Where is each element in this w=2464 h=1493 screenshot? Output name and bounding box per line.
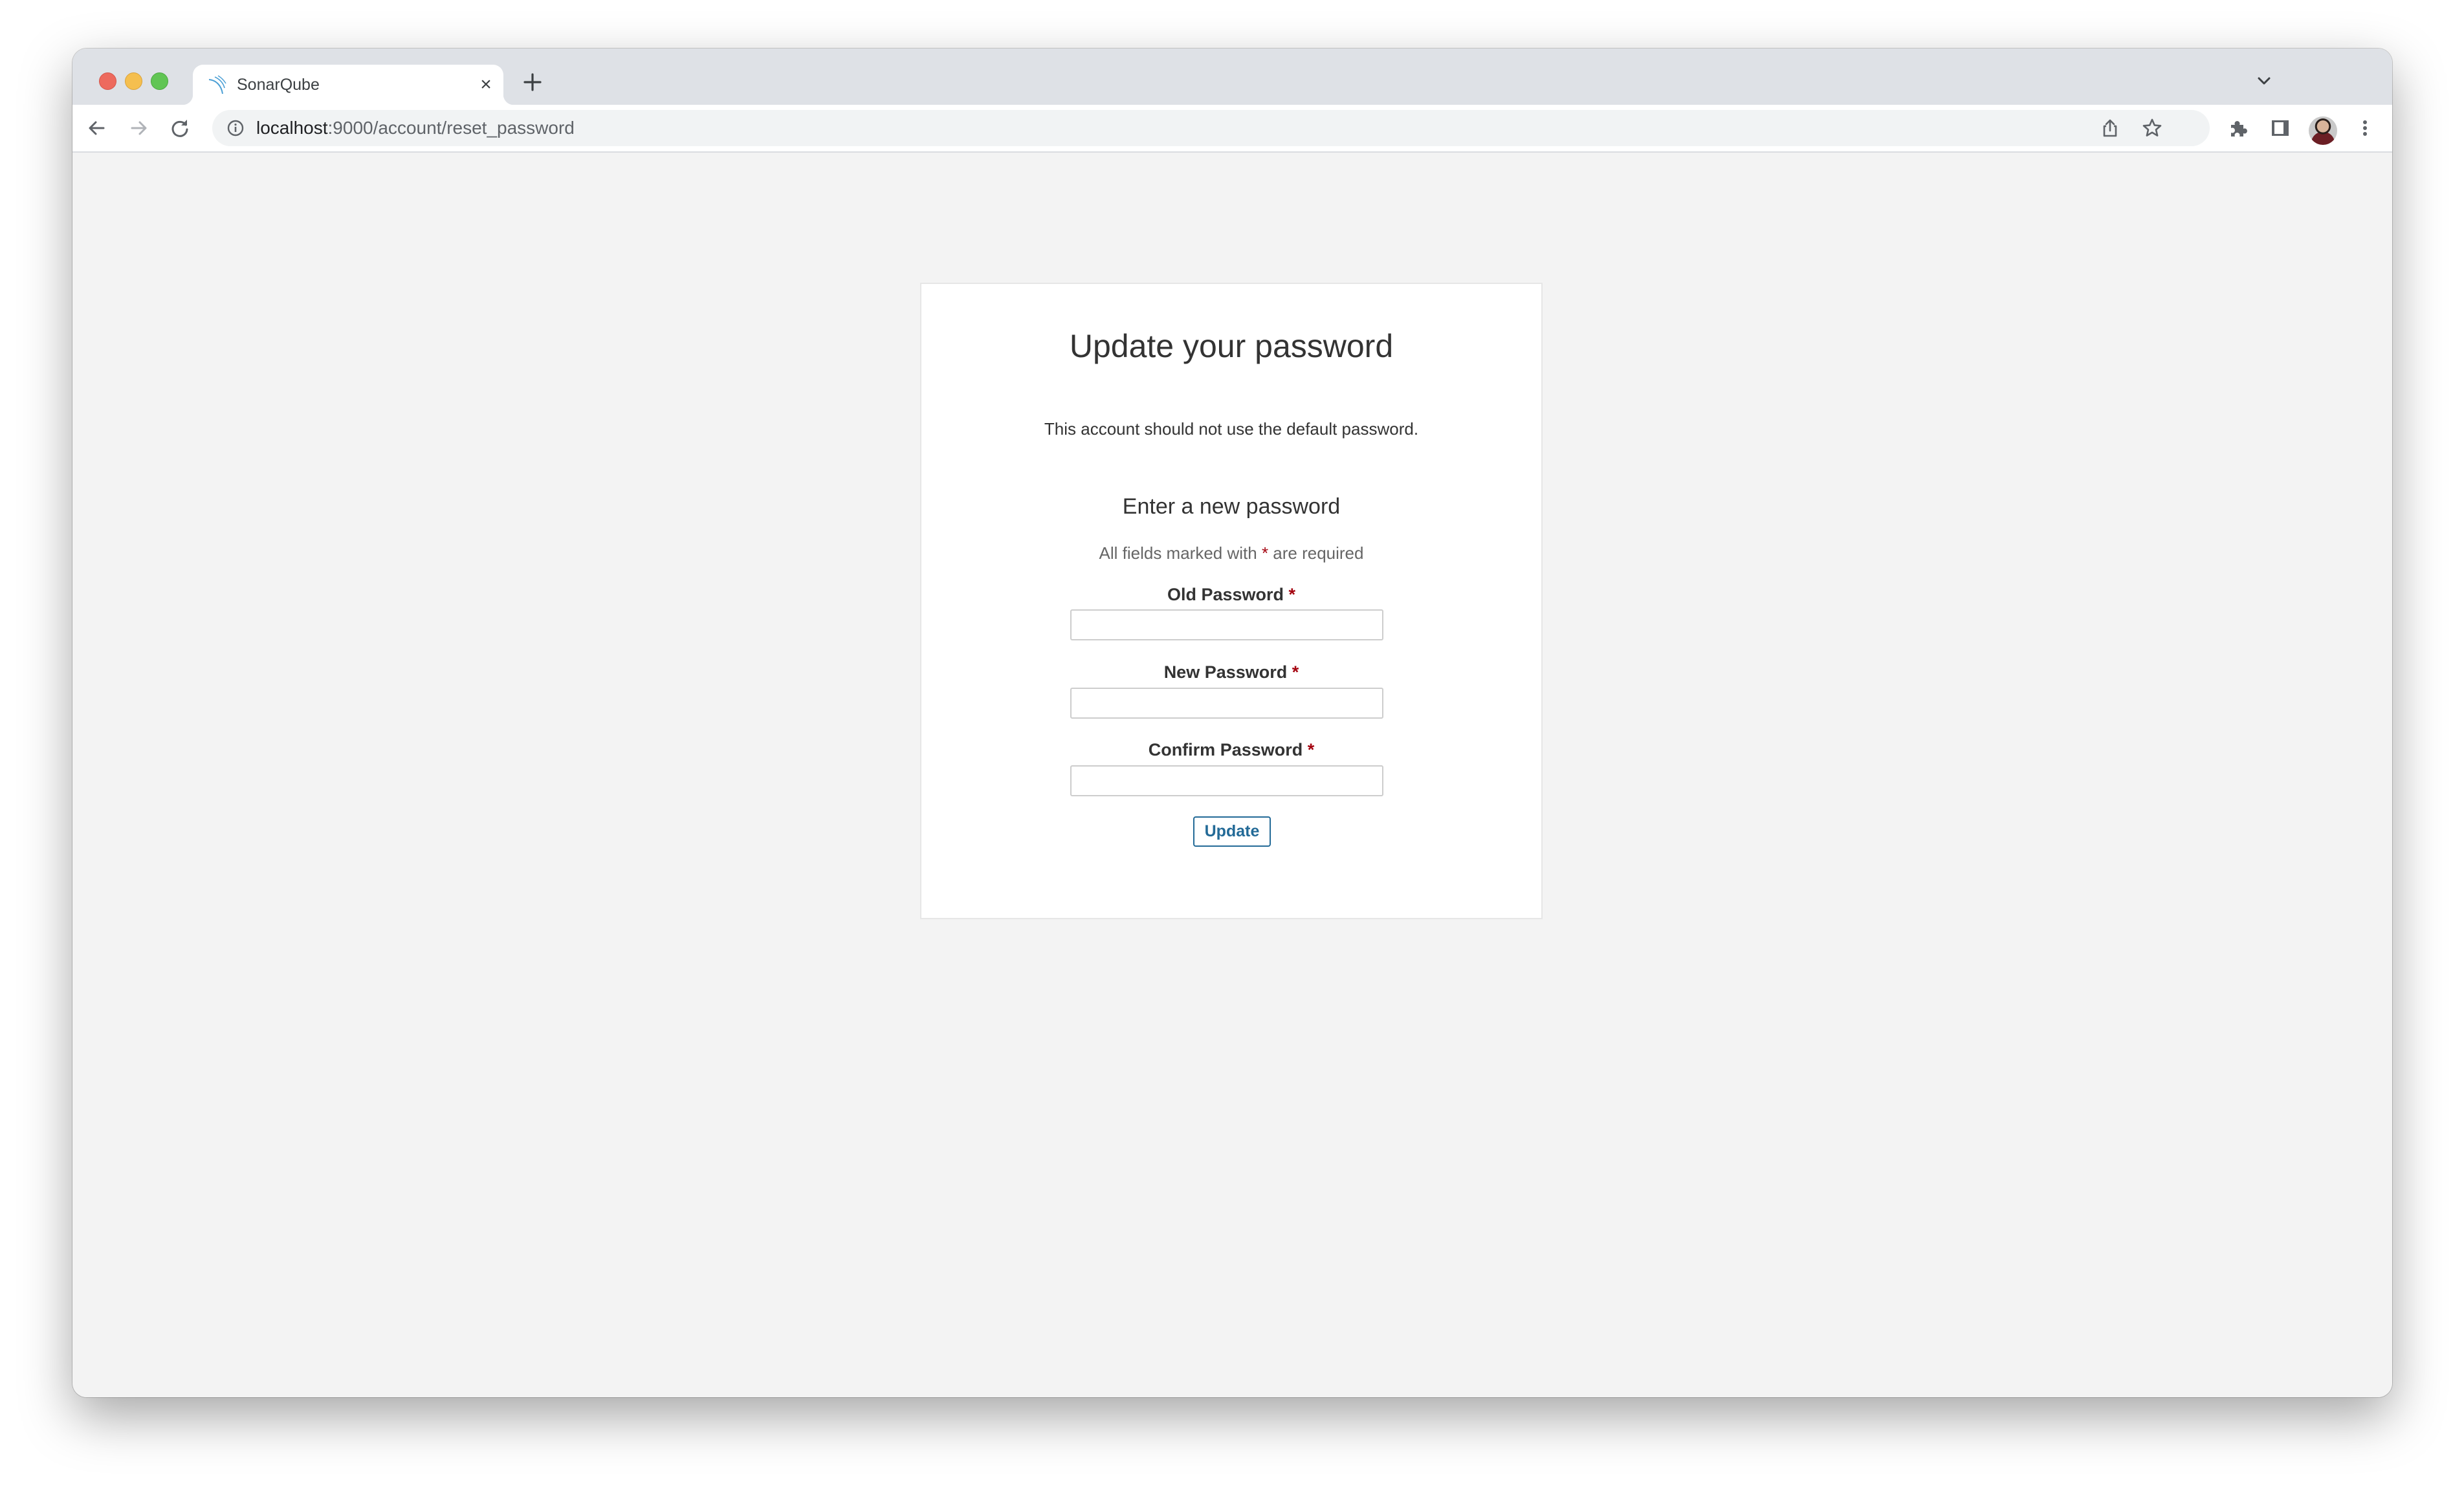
reload-icon[interactable] (167, 115, 193, 141)
plus-icon[interactable] (522, 71, 544, 93)
puzzle-icon[interactable] (2227, 117, 2249, 139)
form-subtitle: Enter a new password (1122, 494, 1341, 519)
close-window-button[interactable] (99, 72, 116, 90)
default-password-warning: This account should not use the default … (1044, 419, 1419, 439)
required-marker: * (1261, 543, 1269, 563)
url-host: localhost (256, 118, 328, 138)
arrow-left-icon[interactable] (84, 115, 110, 141)
arrow-right-icon[interactable] (126, 115, 151, 141)
confirm-password-input[interactable] (1070, 765, 1383, 796)
required-marker: * (1288, 585, 1296, 604)
side-panel-icon[interactable] (2269, 117, 2291, 139)
new-password-label-text: New Password (1163, 662, 1288, 682)
close-tab-icon[interactable]: × (476, 75, 496, 94)
required-note-suffix: are required (1268, 543, 1364, 563)
tab-strip: SonarQube × (72, 49, 2392, 105)
address-bar[interactable]: localhost:9000/account/reset_password (212, 110, 2210, 146)
old-password-label: Old Password * (921, 584, 1541, 605)
url-text[interactable]: localhost:9000/account/reset_password (256, 118, 575, 138)
star-icon[interactable] (2142, 118, 2162, 138)
avatar[interactable] (2309, 116, 2337, 145)
confirm-password-label-text: Confirm Password (1148, 740, 1303, 759)
confirm-password-label: Confirm Password * (921, 739, 1541, 760)
old-password-label-text: Old Password (1167, 585, 1284, 604)
info-icon[interactable] (226, 119, 245, 137)
reset-password-form: Update your password This account should… (920, 283, 1543, 919)
new-password-input[interactable] (1070, 688, 1383, 719)
required-note-prefix: All fields marked with (1099, 543, 1262, 563)
update-button[interactable]: Update (1193, 816, 1271, 847)
minimize-window-button[interactable] (125, 72, 142, 90)
tab-title: SonarQube (237, 76, 320, 94)
share-icon[interactable] (2100, 118, 2120, 138)
required-fields-note: All fields marked with * are required (921, 543, 1541, 563)
maximize-window-button[interactable] (151, 72, 168, 90)
tab-sonarqube[interactable]: SonarQube × (182, 65, 514, 105)
page-content: Update your password This account should… (72, 153, 2392, 1397)
sonarqube-logo-icon (208, 75, 226, 94)
chevron-down-icon[interactable] (2253, 70, 2275, 92)
required-marker: * (1292, 662, 1299, 682)
browser-window: SonarQube × localhost:9000/account/reset… (72, 49, 2392, 1397)
url-path: :9000/account/reset_password (327, 118, 575, 138)
required-marker: * (1307, 740, 1315, 759)
old-password-input[interactable] (1070, 609, 1383, 640)
kebab-menu-icon[interactable] (2354, 117, 2376, 139)
page-title: Update your password (1069, 328, 1394, 364)
browser-toolbar: localhost:9000/account/reset_password (72, 105, 2392, 153)
new-password-label: New Password * (921, 662, 1541, 682)
